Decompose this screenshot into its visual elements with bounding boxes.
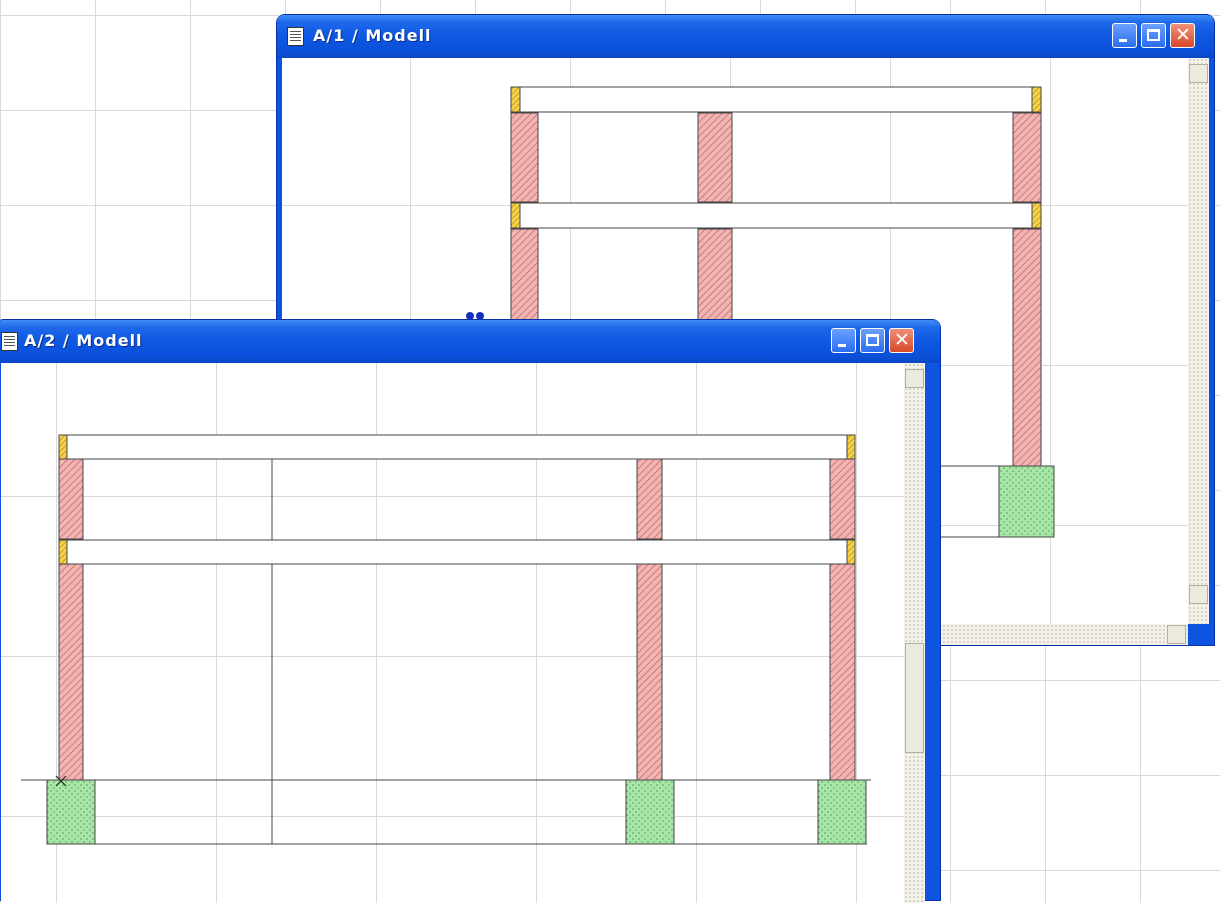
snap-marker <box>476 312 484 320</box>
window-a2-titlebar[interactable]: A/2 / Modell ✕ <box>0 320 940 363</box>
column-right-lower <box>1012 228 1042 468</box>
window-a2-vertical-scrollbar[interactable] <box>904 363 925 903</box>
snap-marker <box>466 312 474 320</box>
footing-left <box>46 779 96 845</box>
window-a1-maximize-button[interactable] <box>1141 23 1166 48</box>
close-icon: ✕ <box>1175 24 1191 46</box>
column-right-upper <box>1012 112 1042 203</box>
column-left-upper <box>510 112 539 203</box>
window-a1-close-button[interactable]: ✕ <box>1170 23 1195 48</box>
beam-top <box>510 86 1042 113</box>
window-a2-title: A/2 / Modell <box>24 331 143 350</box>
beam-middle <box>510 202 1042 229</box>
window-a1-vertical-scrollbar[interactable] <box>1188 58 1209 624</box>
window-a2-minimize-button[interactable] <box>831 328 856 353</box>
window-a2-drawing-canvas[interactable] <box>1 363 904 903</box>
column-right-upper <box>829 458 856 540</box>
footing-right <box>817 779 867 845</box>
document-icon <box>1 332 18 351</box>
minimize-icon <box>838 344 846 347</box>
arrow-up-icon[interactable] <box>905 369 924 388</box>
beam-middle <box>58 539 856 565</box>
arrow-right-icon[interactable] <box>1167 625 1186 644</box>
footing-right <box>998 465 1055 538</box>
window-a1-title: A/1 / Modell <box>313 26 432 45</box>
document-icon <box>287 27 304 46</box>
column-center-upper <box>697 112 733 203</box>
window-a2-elevation-drawing <box>21 434 871 845</box>
beam-top <box>58 434 856 460</box>
maximize-icon <box>866 334 879 346</box>
window-a1-titlebar[interactable]: A/1 / Modell ✕ <box>277 15 1214 58</box>
column-left-upper <box>58 458 84 540</box>
maximize-icon <box>1147 29 1160 41</box>
window-a2-scroll-thumb[interactable] <box>905 643 924 753</box>
window-a2-maximize-button[interactable] <box>860 328 885 353</box>
window-a1-minimize-button[interactable] <box>1112 23 1137 48</box>
column-left-lower <box>58 563 84 781</box>
arrow-down-icon[interactable] <box>1189 585 1208 604</box>
column-mid-lower <box>636 563 663 781</box>
column-mid-upper <box>636 458 663 540</box>
arrow-up-icon[interactable] <box>1189 64 1208 83</box>
window-a2-close-button[interactable]: ✕ <box>889 328 914 353</box>
footing-mid <box>625 779 675 845</box>
minimize-icon <box>1119 39 1127 42</box>
window-a2[interactable]: A/2 / Modell ✕ <box>0 320 940 903</box>
column-right-lower <box>829 563 856 781</box>
close-icon: ✕ <box>894 329 910 351</box>
